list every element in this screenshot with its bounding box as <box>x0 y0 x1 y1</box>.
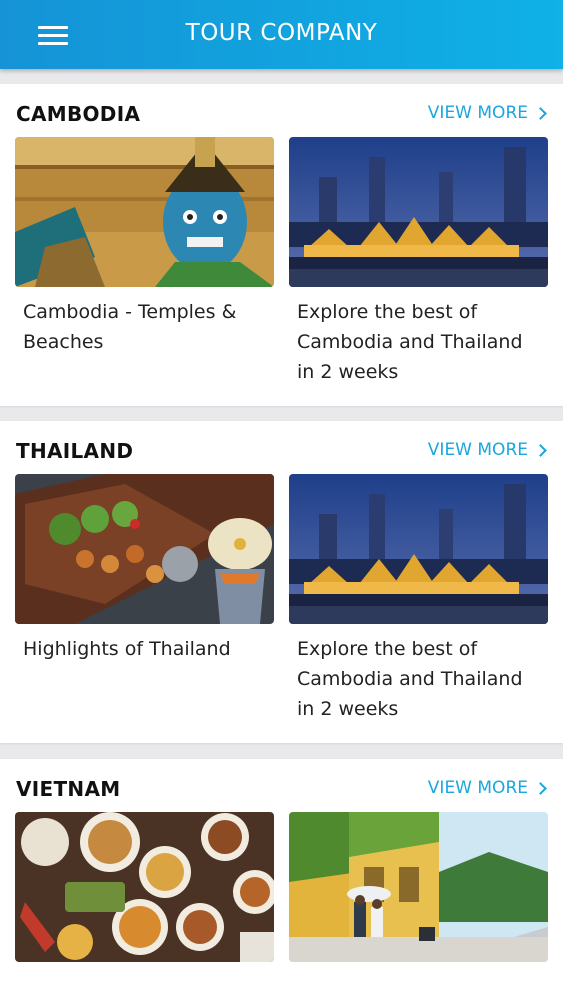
top-app-bar: TOUR COMPANY <box>0 0 563 69</box>
chevron-right-icon <box>534 107 547 120</box>
tour-title: Cambodia - Temples & Beaches <box>23 301 237 353</box>
tour-image-floating-market <box>15 474 274 624</box>
view-more-label: VIEW MORE <box>427 103 528 123</box>
tour-title: Explore the best of Cambodia and Thailan… <box>297 638 523 720</box>
section-cambodia: CAMBODIA VIEW MORE Cambodia - Temples & … <box>0 84 563 406</box>
tour-image-hoi-an-street <box>289 812 548 962</box>
tour-card[interactable] <box>15 812 274 972</box>
tour-card[interactable]: Cambodia - Temples & Beaches <box>15 137 274 357</box>
section-title: CAMBODIA <box>16 102 141 126</box>
tour-card[interactable]: Highlights of Thailand <box>15 474 274 664</box>
view-more-link[interactable]: VIEW MORE <box>427 103 547 123</box>
chevron-right-icon <box>534 782 547 795</box>
tour-image-bangkok-palace <box>289 137 548 287</box>
tour-title: Explore the best of Cambodia and Thailan… <box>297 301 523 383</box>
view-more-label: VIEW MORE <box>427 778 528 798</box>
tour-image-vietnamese-food <box>15 812 274 962</box>
tour-title: Highlights of Thailand <box>23 638 231 660</box>
section-thailand: THAILAND VIEW MORE Highlights of Thailan… <box>0 421 563 743</box>
chevron-right-icon <box>534 444 547 457</box>
tour-image-bangkok-palace <box>289 474 548 624</box>
tour-card[interactable]: Explore the best of Cambodia and Thailan… <box>289 474 548 724</box>
tour-card[interactable] <box>289 812 548 972</box>
view-more-label: VIEW MORE <box>427 440 528 460</box>
app-title: TOUR COMPANY <box>185 20 378 46</box>
tour-card[interactable]: Explore the best of Cambodia and Thailan… <box>289 137 548 387</box>
section-vietnam: VIETNAM VIEW MORE <box>0 759 563 1000</box>
tour-image-temple-guardian <box>15 137 274 287</box>
view-more-link[interactable]: VIEW MORE <box>427 778 547 798</box>
section-title: THAILAND <box>16 439 134 463</box>
view-more-link[interactable]: VIEW MORE <box>427 440 547 460</box>
section-title: VIETNAM <box>16 777 121 801</box>
